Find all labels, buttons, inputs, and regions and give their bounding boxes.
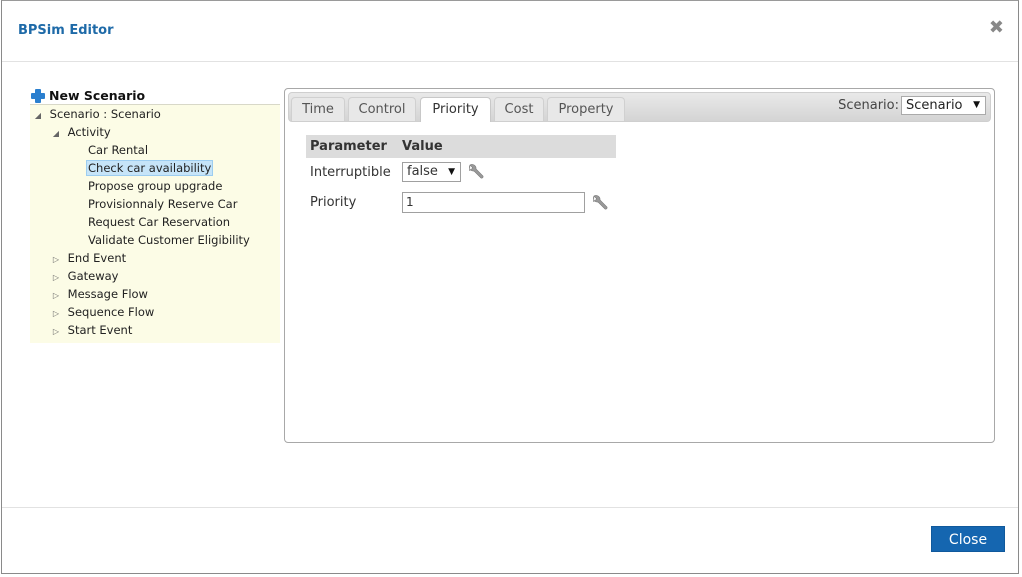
close-x-icon[interactable]: ✖ [989,19,1004,37]
scenario-select[interactable]: Scenario ▼ [901,96,986,115]
tree-body: ◢ Scenario : Scenario ◢ Activity Car Ren… [30,105,280,343]
tree-leaf-car-rental[interactable]: Car Rental [30,141,280,159]
tab-control[interactable]: Control [348,97,416,121]
tree-leaf-validate-customer-eligibility[interactable]: Validate Customer Eligibility [30,231,280,249]
tree-leaf-request-car-reservation[interactable]: Request Car Reservation [30,213,280,231]
dropdown-arrow-icon: ▼ [973,100,980,110]
close-button[interactable]: Close [931,526,1005,552]
tab-time[interactable]: Time [291,97,345,121]
parameter-row-priority: Priority 1 [306,188,616,218]
parameters-table: Parameter Value Interruptible false ▼ Pr… [306,135,616,218]
new-scenario-button[interactable]: New Scenario [30,87,280,105]
scenario-tree: New Scenario ◢ Scenario : Scenario ◢ Act… [30,87,280,343]
tab-bar: Time Control Priority Cost Property Scen… [288,92,991,122]
tree-node-gateway[interactable]: ▷ Gateway [30,267,280,285]
parameter-name: Interruptible [310,165,391,180]
plus-icon [30,88,46,104]
tree-leaf-provisionnaly-reserve-car[interactable]: Provisionnaly Reserve Car [30,195,280,213]
tree-leaf-propose-group-upgrade[interactable]: Propose group upgrade [30,177,280,195]
tree-node-start-event[interactable]: ▷ Start Event [30,321,280,339]
new-scenario-label: New Scenario [49,88,146,103]
scenario-selector-label: Scenario: [838,98,899,113]
header-value: Value [402,139,443,154]
dialog-title: BPSim Editor [18,23,114,38]
dropdown-arrow-icon: ▼ [448,167,455,177]
parameters-table-header: Parameter Value [306,135,616,158]
parameter-name: Priority [310,195,357,210]
wrench-icon[interactable] [466,162,486,182]
parameter-row-interruptible: Interruptible false ▼ [306,158,616,188]
tree-node-activity[interactable]: ◢ Activity [30,123,280,141]
tab-property[interactable]: Property [547,97,625,121]
tree-leaf-check-car-availability[interactable]: Check car availability [30,159,280,177]
tree-node-sequence-flow[interactable]: ▷ Sequence Flow [30,303,280,321]
interruptible-select[interactable]: false ▼ [402,162,461,182]
priority-input[interactable]: 1 [402,192,585,213]
collapsed-arrow-icon[interactable]: ▷ [50,323,62,341]
tree-node-root[interactable]: ◢ Scenario : Scenario [30,105,280,123]
tree-node-end-event[interactable]: ▷ End Event [30,249,280,267]
footer-divider [2,507,1018,508]
wrench-icon[interactable] [590,193,610,213]
dialog-header: BPSim Editor ✖ [2,1,1018,62]
properties-panel: Time Control Priority Cost Property Scen… [284,88,995,443]
tree-node-message-flow[interactable]: ▷ Message Flow [30,285,280,303]
bpsim-editor-dialog: BPSim Editor ✖ New Scenario ◢ Scenario :… [1,0,1019,574]
tab-cost[interactable]: Cost [494,97,544,121]
tab-priority[interactable]: Priority [420,97,491,122]
header-parameter: Parameter [310,139,387,154]
